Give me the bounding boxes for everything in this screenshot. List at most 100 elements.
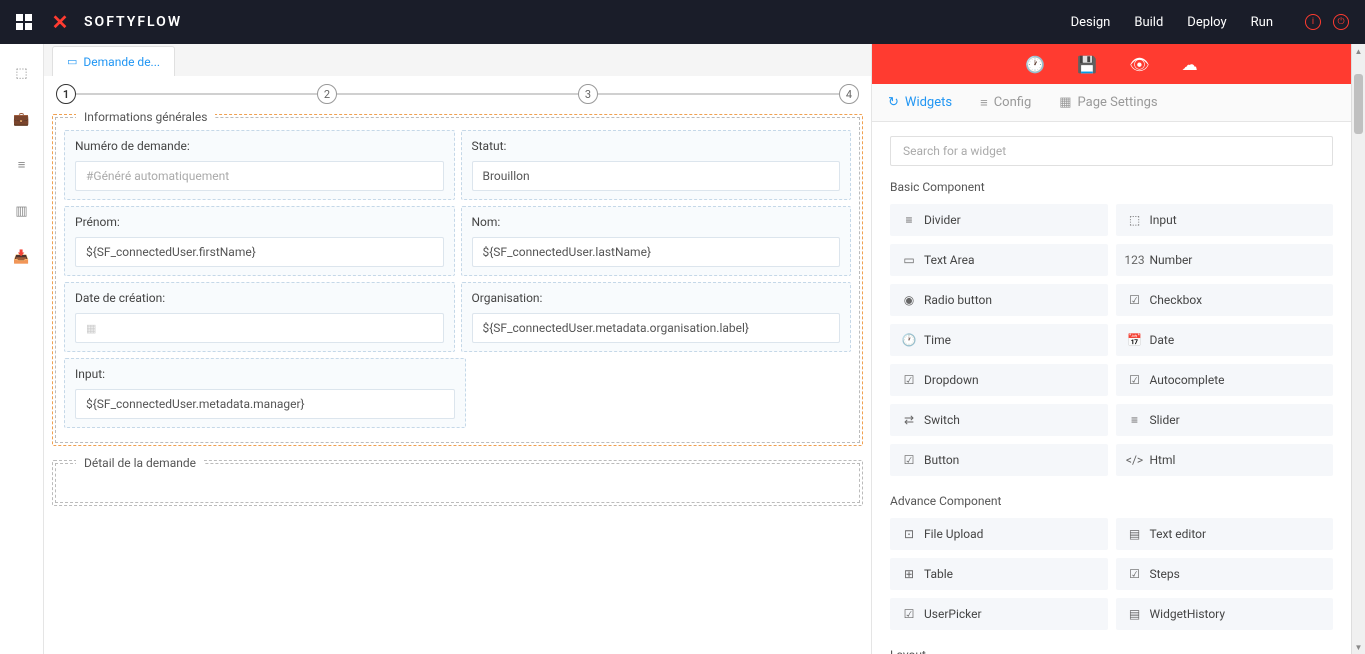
tab-label: Demande de... xyxy=(83,55,160,69)
tab-page-settings[interactable]: ▦Page Settings xyxy=(1059,95,1157,110)
field-input[interactable]: ${SF_connectedUser.lastName} xyxy=(472,237,841,267)
step-3[interactable]: 3 xyxy=(578,84,598,104)
chart-icon[interactable]: ▥ xyxy=(13,202,31,220)
widget-item[interactable]: ☑Dropdown xyxy=(890,364,1108,396)
widget-item[interactable]: ☑Autocomplete xyxy=(1116,364,1334,396)
widget-item[interactable]: </>Html xyxy=(1116,444,1334,476)
widget-icon: ☑ xyxy=(1128,567,1142,581)
step-4[interactable]: 4 xyxy=(839,84,859,104)
scroll-up-icon[interactable]: ▲ xyxy=(1352,44,1365,58)
widget-item[interactable]: 🕐Time xyxy=(890,324,1108,356)
widget-item[interactable]: ⇄ Switch xyxy=(890,404,1108,436)
widget-item[interactable]: ▭Text Area xyxy=(890,244,1108,276)
header-right: Design Build Deploy Run i ⏻ xyxy=(1071,14,1349,30)
widget-label: Slider xyxy=(1150,413,1180,427)
save-icon[interactable]: 💾 xyxy=(1077,55,1097,74)
cloud-icon[interactable]: ☁ xyxy=(1182,55,1198,74)
field-statut[interactable]: Statut: Brouillon xyxy=(461,130,852,200)
history-icon[interactable]: 🕐 xyxy=(1025,55,1045,74)
widget-icon: 123 xyxy=(1128,253,1142,267)
widget-label: Checkbox xyxy=(1150,293,1203,307)
field-input[interactable]: #Généré automatiquement xyxy=(75,161,444,191)
nav-deploy[interactable]: Deploy xyxy=(1187,15,1226,30)
widget-search[interactable]: Search for a widget xyxy=(890,136,1333,166)
field-prenom[interactable]: Prénom: ${SF_connectedUser.firstName} xyxy=(64,206,455,276)
nav-build[interactable]: Build xyxy=(1134,15,1163,30)
widget-icon: ☑ xyxy=(1128,293,1142,307)
section-informations[interactable]: Informations générales Numéro de demande… xyxy=(52,114,863,446)
info-icon[interactable]: i xyxy=(1305,14,1321,30)
field-nom[interactable]: Nom: ${SF_connectedUser.lastName} xyxy=(461,206,852,276)
step-1[interactable]: 1 xyxy=(56,84,76,104)
widget-icon: ☑ xyxy=(902,607,916,621)
field-input[interactable]: ${SF_connectedUser.firstName} xyxy=(75,237,444,267)
field-numero[interactable]: Numéro de demande: #Généré automatiqueme… xyxy=(64,130,455,200)
widget-label: Dropdown xyxy=(924,373,979,387)
widget-icon: ▤ xyxy=(1128,607,1142,621)
apps-icon[interactable] xyxy=(16,14,32,30)
widget-label: Autocomplete xyxy=(1150,373,1225,387)
database-icon[interactable]: ≡ xyxy=(13,156,31,174)
field-input-manager[interactable]: Input: ${SF_connectedUser.metadata.manag… xyxy=(64,358,466,428)
widget-group-title: Layout xyxy=(890,648,1333,654)
calendar-icon: ▦ xyxy=(86,322,96,335)
field-date[interactable]: Date de création: ▦ xyxy=(64,282,455,352)
widget-item[interactable]: ⬚Input xyxy=(1116,204,1334,236)
widget-icon: ⊡ xyxy=(902,527,916,541)
nav-run[interactable]: Run xyxy=(1251,15,1273,30)
widget-item[interactable]: ☑ Button xyxy=(890,444,1108,476)
widget-item[interactable]: ⊡File Upload xyxy=(890,518,1108,550)
nav-design[interactable]: Design xyxy=(1071,15,1111,30)
tab-active[interactable]: ▭ Demande de... xyxy=(52,46,175,76)
widget-label: Steps xyxy=(1150,567,1180,581)
panel-tabs: ↻Widgets ≡Config ▦Page Settings xyxy=(872,84,1351,122)
widget-group-title: Advance Component xyxy=(890,494,1333,508)
widget-label: Switch xyxy=(924,413,960,427)
field-label: Organisation: xyxy=(472,291,841,305)
field-input[interactable]: ${SF_connectedUser.metadata.organisation… xyxy=(472,313,841,343)
step-2[interactable]: 2 xyxy=(317,84,337,104)
widget-item[interactable]: ◉Radio button xyxy=(890,284,1108,316)
scroll-thumb[interactable] xyxy=(1354,74,1363,134)
widget-group-title: Basic Component xyxy=(890,180,1333,194)
preview-icon[interactable]: 👁 xyxy=(1129,55,1149,74)
tab-config[interactable]: ≡Config xyxy=(980,95,1031,111)
tab-widgets[interactable]: ↻Widgets xyxy=(888,95,952,110)
briefcase-icon[interactable]: 💼 xyxy=(13,110,31,128)
widget-item[interactable]: 📅Date xyxy=(1116,324,1334,356)
widget-item[interactable]: ⊞ Table xyxy=(890,558,1108,590)
widget-label: Table xyxy=(924,567,953,581)
widget-item[interactable]: 123 Number xyxy=(1116,244,1334,276)
scrollbar[interactable]: ▲ ▼ xyxy=(1351,44,1365,654)
field-label: Numéro de demande: xyxy=(75,139,444,153)
widget-item[interactable]: ≡Divider xyxy=(890,204,1108,236)
widget-label: Number xyxy=(1150,253,1193,267)
field-input[interactable]: ▦ xyxy=(75,313,444,343)
logo-icon: ✕ xyxy=(48,10,72,34)
header-left: ✕ SOFTYFLOW xyxy=(16,10,182,34)
section-detail[interactable]: Détail de la demande xyxy=(52,460,863,506)
widget-item[interactable]: ☑ Checkbox xyxy=(1116,284,1334,316)
crop-icon[interactable]: ⬚ xyxy=(13,64,31,82)
power-icon[interactable]: ⏻ xyxy=(1333,14,1349,30)
widget-item[interactable]: ≡Slider xyxy=(1116,404,1334,436)
field-input[interactable]: Brouillon xyxy=(472,161,841,191)
widget-label: Button xyxy=(924,453,959,467)
section-title: Détail de la demande xyxy=(76,456,204,470)
widget-icon: ⇄ xyxy=(902,413,916,427)
widget-icon: ☑ xyxy=(902,453,916,467)
field-input[interactable]: ${SF_connectedUser.metadata.manager} xyxy=(75,389,455,419)
widget-item[interactable]: ▤Text editor xyxy=(1116,518,1334,550)
widget-icon: ⊞ xyxy=(902,567,916,581)
scroll-down-icon[interactable]: ▼ xyxy=(1352,640,1365,654)
widget-icon: ◉ xyxy=(902,293,916,307)
widget-label: Date xyxy=(1150,333,1175,347)
widget-item[interactable]: ▤WidgetHistory xyxy=(1116,598,1334,630)
field-label: Nom: xyxy=(472,215,841,229)
field-organisation[interactable]: Organisation: ${SF_connectedUser.metadat… xyxy=(461,282,852,352)
archive-icon[interactable]: 📥 xyxy=(13,248,31,266)
widget-item[interactable]: ☑UserPicker xyxy=(890,598,1108,630)
design-canvas[interactable]: 1 2 3 4 Informations générales Numéro de… xyxy=(44,76,871,654)
editor-tabs: ▭ Demande de... xyxy=(44,44,871,76)
widget-item[interactable]: ☑ Steps xyxy=(1116,558,1334,590)
